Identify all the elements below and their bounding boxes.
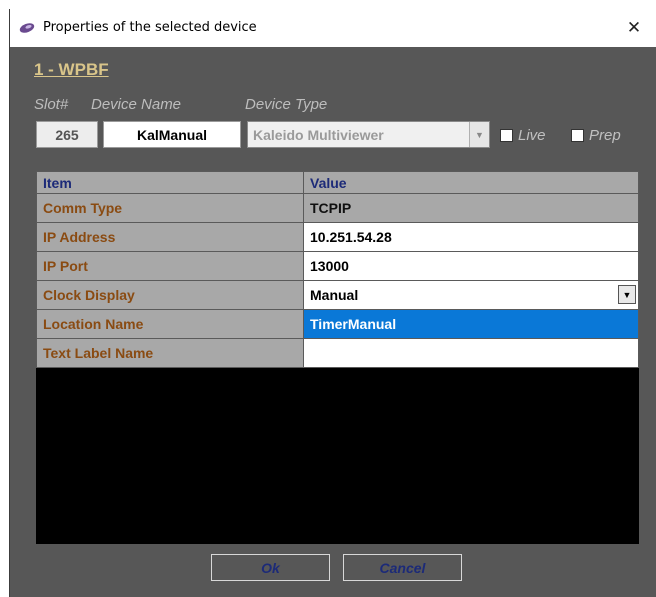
prep-label: Prep	[589, 127, 621, 144]
properties-dialog: Properties of the selected device ✕ 1 - …	[9, 9, 656, 597]
device-type-label: Device Type	[245, 96, 328, 113]
column-header-item: Item	[36, 171, 304, 194]
row-item-clock-display: Clock Display	[36, 280, 304, 310]
slot-label: Slot#	[34, 96, 69, 113]
text-label-name-field[interactable]	[303, 338, 639, 368]
properties-grid: Item Value Comm Type TCPIP IP Address 10…	[36, 171, 639, 544]
table-header: Item Value	[36, 171, 639, 194]
row-item-ip-address: IP Address	[36, 222, 304, 252]
table-row: Comm Type TCPIP	[36, 193, 639, 223]
table-row: Location Name TimerManual	[36, 309, 639, 339]
ip-address-field[interactable]: 10.251.54.28	[303, 222, 639, 252]
ok-button[interactable]: Ok	[211, 554, 330, 581]
row-item-ip-port: IP Port	[36, 251, 304, 281]
column-header-value: Value	[303, 171, 639, 194]
clock-display-select[interactable]: Manual ▼	[303, 280, 639, 310]
ip-port-field[interactable]: 13000	[303, 251, 639, 281]
device-name-field[interactable]: KalManual	[103, 121, 241, 148]
row-item-text-label-name: Text Label Name	[36, 338, 304, 368]
cancel-button[interactable]: Cancel	[343, 554, 462, 581]
row-item-location-name: Location Name	[36, 309, 304, 339]
app-orb-icon	[19, 23, 35, 33]
table-row: IP Address 10.251.54.28	[36, 222, 639, 252]
row-item-comm-type: Comm Type	[36, 193, 304, 223]
properties-table: Item Value Comm Type TCPIP IP Address 10…	[36, 171, 639, 368]
window-title: Properties of the selected device	[43, 20, 257, 35]
table-row: Text Label Name	[36, 338, 639, 368]
live-checkbox[interactable]	[500, 129, 513, 142]
prep-checkbox[interactable]	[571, 129, 584, 142]
table-row: Clock Display Manual ▼	[36, 280, 639, 310]
table-row: IP Port 13000	[36, 251, 639, 281]
device-name-label: Device Name	[91, 96, 182, 113]
clock-display-value: Manual	[310, 287, 359, 303]
title-bar[interactable]: Properties of the selected device ✕	[10, 9, 656, 47]
row-value-comm-type[interactable]: TCPIP	[303, 193, 639, 223]
location-name-field[interactable]: TimerManual	[303, 309, 639, 339]
device-type-select[interactable]: Kaleido Multiviewer	[247, 121, 490, 148]
device-heading: 1 - WPBF	[34, 60, 109, 79]
close-icon: ✕	[626, 18, 642, 38]
chevron-down-icon[interactable]: ▼	[469, 122, 489, 147]
chevron-down-icon[interactable]: ▼	[618, 285, 636, 304]
live-label: Live	[518, 127, 546, 144]
slot-field[interactable]: 265	[36, 121, 98, 148]
close-button[interactable]: ✕	[611, 9, 656, 47]
clock-display-combo[interactable]: Manual ▼	[310, 281, 638, 309]
